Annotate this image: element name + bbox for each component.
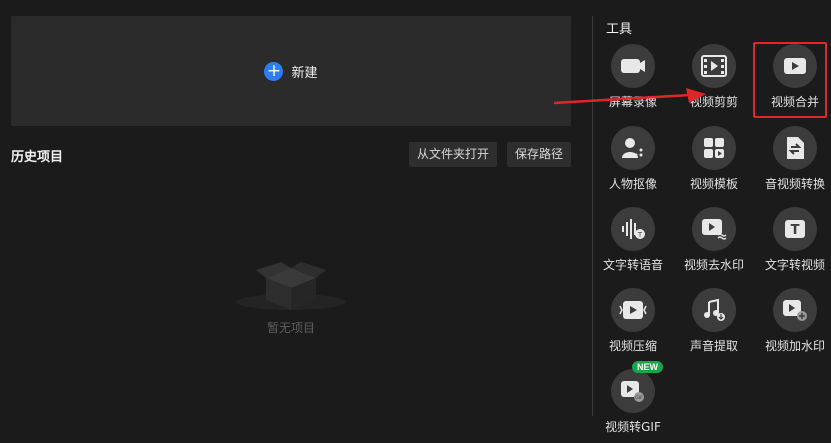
- empty-projects-text: 暂无项目: [266, 321, 315, 335]
- save-path-button[interactable]: 保存路径: [507, 142, 572, 167]
- video-cut-icon: [692, 44, 736, 88]
- video-compress-icon: [611, 288, 655, 332]
- svg-text:T: T: [791, 223, 800, 238]
- tool-label: 视频去水印: [683, 258, 744, 272]
- empty-box-icon: [236, 262, 346, 310]
- tool-text-to-video[interactable]: T 文字转视频: [755, 207, 831, 273]
- tool-label: 视频模板: [689, 177, 738, 191]
- tools-title: 工具: [606, 22, 633, 37]
- tool-av-convert[interactable]: 音视频转换: [755, 126, 831, 192]
- history-title: 历史项目: [11, 150, 64, 165]
- svg-text:GIF: GIF: [635, 395, 643, 401]
- tool-label: 声音提取: [689, 339, 738, 353]
- av-convert-icon: [773, 126, 817, 170]
- tool-label: 文字转语音: [602, 258, 663, 272]
- tool-remove-watermark[interactable]: 视频去水印: [674, 207, 754, 273]
- screen-record-icon: [611, 44, 655, 88]
- tool-portrait-cutout[interactable]: 人物抠像: [593, 126, 673, 192]
- new-project-card[interactable]: + 新建: [11, 16, 571, 126]
- tool-text-to-speech[interactable]: T 文字转语音: [593, 207, 673, 273]
- new-badge: NEW: [632, 361, 663, 373]
- tool-label: 人物抠像: [608, 177, 657, 191]
- new-project-label: 新建: [291, 65, 318, 81]
- plus-icon: +: [264, 61, 284, 81]
- tool-label: 视频转GIF: [605, 420, 661, 434]
- video-to-gif-icon: GIF: [611, 369, 655, 413]
- highlight-box: [753, 42, 827, 118]
- tool-video-to-gif[interactable]: GIF 视频转GIF: [593, 369, 673, 435]
- tool-label: 音视频转换: [764, 177, 825, 191]
- add-watermark-icon: [773, 288, 817, 332]
- portrait-cutout-icon: [611, 126, 655, 170]
- svg-text:T: T: [637, 231, 643, 239]
- remove-watermark-icon: [692, 207, 736, 251]
- text-to-video-icon: T: [773, 207, 817, 251]
- tool-label: 文字转视频: [764, 258, 825, 272]
- tool-audio-extract[interactable]: 声音提取: [674, 288, 754, 354]
- text-to-speech-icon: T: [611, 207, 655, 251]
- tool-label: 视频压缩: [608, 339, 657, 353]
- tool-label: 视频加水印: [764, 339, 825, 353]
- audio-extract-icon: [692, 288, 736, 332]
- tool-video-template[interactable]: 视频模板: [674, 126, 754, 192]
- tool-add-watermark[interactable]: 视频加水印: [755, 288, 831, 354]
- video-template-icon: [692, 126, 736, 170]
- tool-video-compress[interactable]: 视频压缩: [593, 288, 673, 354]
- open-from-folder-button[interactable]: 从文件夹打开: [409, 142, 498, 167]
- annotation-arrow: [553, 88, 706, 105]
